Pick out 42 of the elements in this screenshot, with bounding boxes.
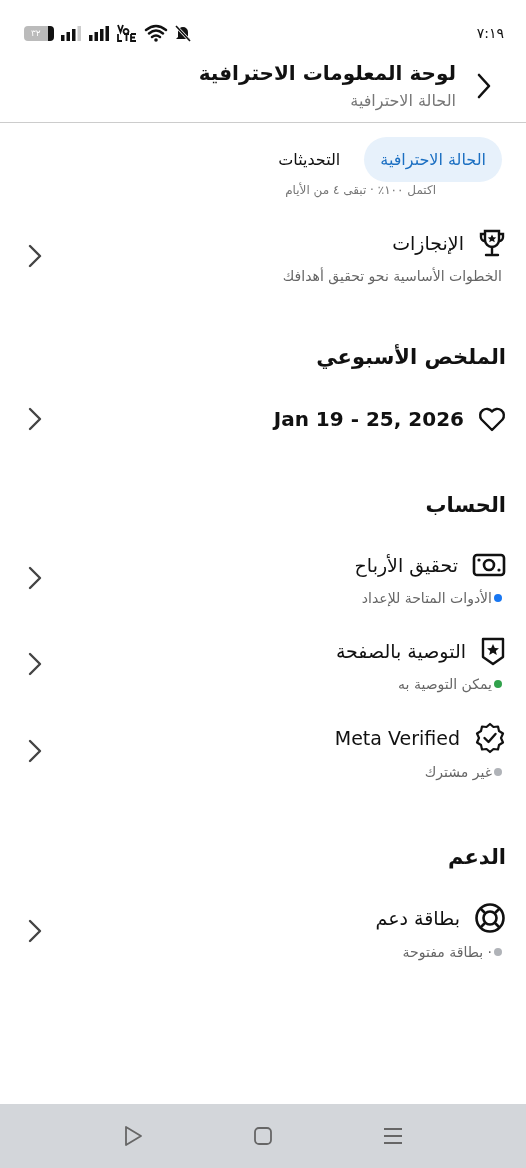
back-icon[interactable] [476,72,492,100]
heart-icon [478,406,506,432]
muted-bell-icon [174,24,192,42]
item-title[interactable]: Meta Verified [334,723,460,753]
chevron-icon [28,566,42,590]
clock-time: ٧:١٩ [476,25,504,41]
trophy-icon [478,228,506,258]
item-description: الخطوات الأساسية نحو تحقيق أهدافك [282,268,502,284]
wifi-icon [144,24,168,42]
chevron-icon [28,652,42,676]
section-heading: الملخص الأسبوعي [315,343,507,371]
star-shield-icon [480,636,506,666]
signal-icon [60,25,82,41]
status-text: الأدوات المتاحة للإعداد [361,590,492,606]
page-subtitle: الحالة الاحترافية [350,90,456,113]
item-title[interactable]: الإنجازات [392,228,464,258]
section-heading: الدعم [446,844,507,871]
chevron-icon [28,407,42,431]
banknote-icon [472,552,506,578]
item-title[interactable]: التوصية بالصفحة [335,636,466,666]
menu-nav-icon[interactable] [383,1126,403,1146]
tab[interactable]: التحديثات [262,137,357,182]
home-nav-icon[interactable] [253,1126,273,1146]
chevron-icon [28,739,42,763]
status-text: يمكن التوصية به [398,676,492,692]
battery-icon: ٣٢ [24,25,54,41]
verified-badge-icon [474,722,506,754]
lifebuoy-icon [474,902,506,934]
progress-note: اكتمل ١٠٠٪ · تبقى ٤ من الأيام [284,182,436,198]
back-nav-icon[interactable] [123,1125,143,1147]
volte-icon [116,24,138,42]
status-text: · بطاقة مفتوحة [402,944,492,960]
tab[interactable]: الحالة الاحترافية [364,137,502,182]
chevron-icon [28,919,42,943]
item-title[interactable]: تحقيق الأرباح [354,550,458,580]
chevron-icon [28,244,42,268]
section-heading: الحساب [424,492,507,519]
item-title[interactable]: بطاقة دعم [375,903,460,933]
page-title: لوحة المعلومات الاحترافية [198,60,456,87]
date-range[interactable]: Jan 19 - 25, 2026 [273,404,464,434]
status-text: غير مشترك [424,764,492,780]
signal-icon [88,25,110,41]
